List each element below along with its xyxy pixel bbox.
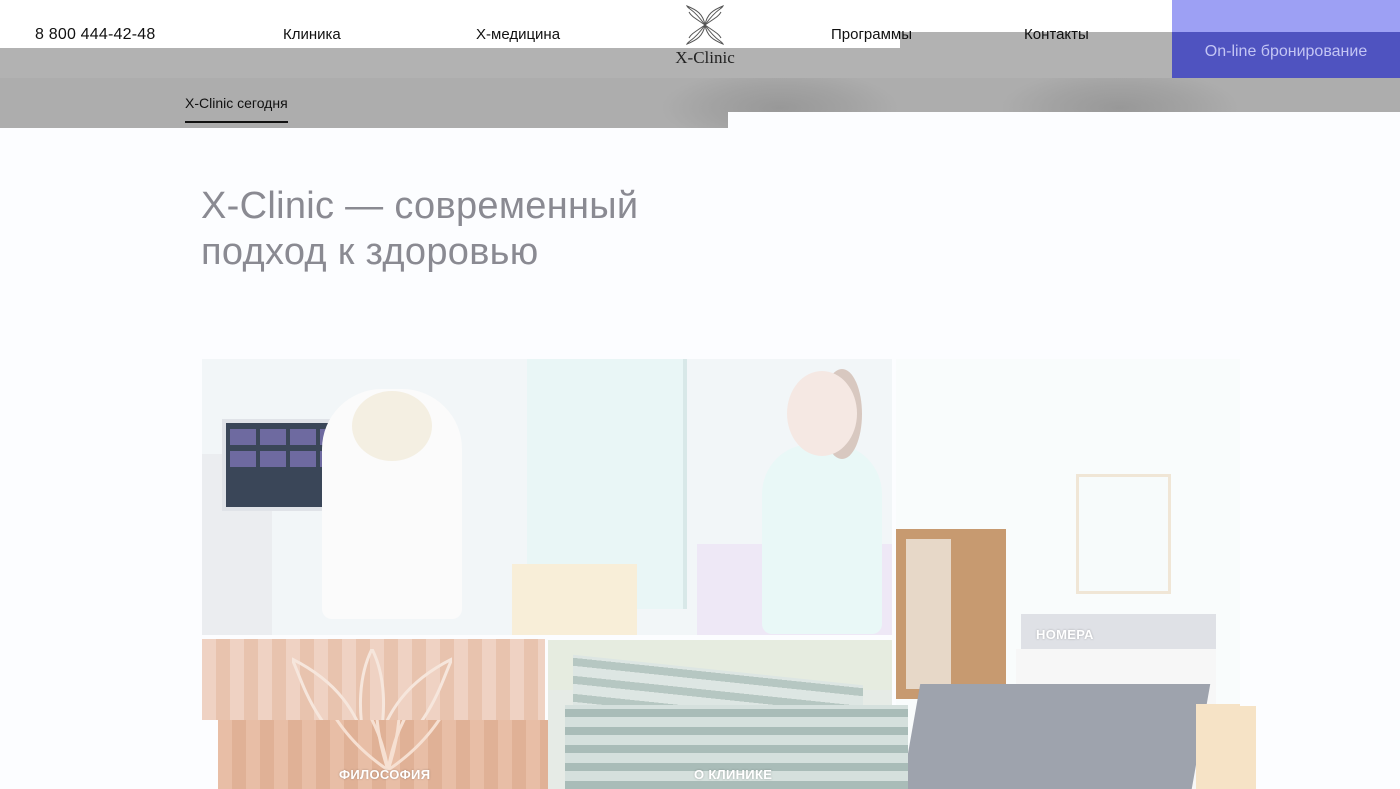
patient-figure [762,444,882,634]
content-overlap [728,112,1400,128]
page-title-line-2: подход к здоровью [201,231,539,273]
leaf-emblem-icon [292,649,452,720]
nav-clinic[interactable]: Клиника [283,26,341,43]
doorway-image [906,539,951,689]
philosophy-tile[interactable] [202,639,545,720]
patient-head [787,371,857,456]
online-booking-button[interactable]: On-line бронирование [1172,0,1400,78]
side-table [512,564,637,635]
nav-programs[interactable]: Программы [831,26,912,43]
philosophy-label[interactable]: ФИЛОСОФИЯ [339,767,430,782]
video-tile[interactable] [202,359,892,635]
doctor-head [352,391,432,461]
phone-link[interactable]: 8 800 444-42-48 [35,26,155,44]
bed-blanket [901,684,1211,789]
page-title-line-1: X-Clinic — современный [201,185,639,227]
tab-x-clinic-today[interactable]: X-Clinic сегодня [185,95,288,123]
logo[interactable]: X-Clinic [668,4,742,70]
nightstand [1196,704,1240,789]
nav-x-medicine[interactable]: X-медицина [476,26,560,43]
nightstand-edge [1240,706,1256,789]
leaf-emblem-icon [335,720,441,770]
logo-text: X-Clinic [675,48,735,67]
butterfly-leaf-icon [685,5,725,45]
rooms-label[interactable]: НОМЕРА [1036,627,1094,642]
about-clinic-label[interactable]: О КЛИНИКЕ [694,767,772,782]
rooms-tile[interactable] [896,359,1240,789]
nav-contacts[interactable]: Контакты [1024,26,1089,43]
page-title: X-Clinic — современный подход к здоровью [201,183,761,275]
wall-picture [1076,474,1171,594]
